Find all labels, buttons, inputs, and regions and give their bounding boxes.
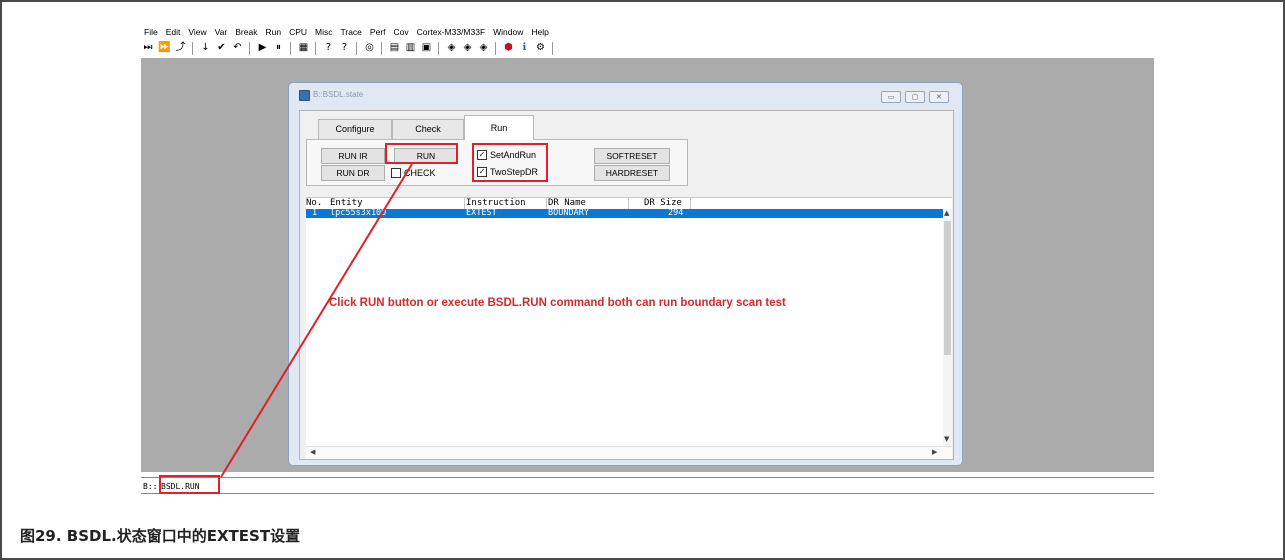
toolbar: ⏭ ⏩ ⤴ ↓ ✔ ↶ ▶ ⏸ ▦ ? ? ◎ ▤ ▥ ▣ ◈ ◈ ◈ ⬢ ℹ … [142, 40, 559, 56]
step-up-icon[interactable]: ⤴ [174, 41, 186, 55]
maximize-icon[interactable]: ▢ [905, 91, 925, 103]
table-row[interactable]: 1 lpc55s3x100 EXTEST BOUNDARY 294 [306, 209, 946, 218]
menu-perf[interactable]: Perf [370, 24, 386, 40]
toolbar-separator [495, 41, 497, 55]
toolbar-separator [356, 41, 358, 55]
scrollbar-thumb[interactable] [944, 221, 951, 355]
vertical-scrollbar[interactable]: ▲ ▼ [943, 209, 952, 446]
menu-trace[interactable]: Trace [341, 24, 362, 40]
trace-list-icon[interactable]: ◈ [461, 41, 473, 55]
highlight-checkboxes [472, 143, 548, 182]
list-source-icon[interactable]: ▤ [388, 41, 400, 55]
hardreset-button[interactable]: HARDRESET [594, 165, 670, 181]
help-icon[interactable]: ? [322, 41, 334, 55]
cell-instruction: EXTEST [466, 208, 497, 218]
context-help-icon[interactable]: ? [338, 41, 350, 55]
cell-dr-name: BOUNDARY [548, 208, 589, 218]
bsdl-table: No. Entity Instruction DR Name DR Size 1… [306, 197, 952, 459]
tab-configure[interactable]: Configure [318, 119, 392, 139]
highlight-run-button [385, 143, 458, 164]
go-icon[interactable]: ▶ [256, 41, 268, 55]
register-view-icon[interactable]: ▥ [404, 41, 416, 55]
menu-view[interactable]: View [188, 24, 206, 40]
trace-chart-icon[interactable]: ◈ [477, 41, 489, 55]
menu-cov[interactable]: Cov [394, 24, 409, 40]
figure-caption: 图29. BSDL.状态窗口中的EXTEST设置 [20, 527, 301, 545]
close-icon[interactable]: ✕ [929, 91, 949, 103]
breakpoint-list-icon[interactable]: ▦ [297, 41, 309, 55]
menu-break[interactable]: Break [235, 24, 257, 40]
go-return-icon[interactable]: ✔ [215, 41, 227, 55]
command-line[interactable]: B:: BSDL.RUN [141, 477, 1154, 494]
toolbar-separator [315, 41, 317, 55]
minimize-icon[interactable]: ▭ [881, 91, 901, 103]
menu-help[interactable]: Help [531, 24, 548, 40]
scroll-left-icon[interactable]: ◀ [310, 448, 315, 456]
tab-check[interactable]: Check [392, 119, 464, 139]
checkbox-box[interactable] [391, 168, 401, 178]
softreset-button[interactable]: SOFTRESET [594, 148, 670, 164]
cell-dr-size: 294 [668, 208, 684, 218]
scroll-right-icon[interactable]: ▶ [932, 448, 937, 456]
window-titlebar[interactable]: B::BSDL.state ▭ ▢ ✕ [289, 83, 962, 107]
column-divider[interactable] [546, 198, 547, 209]
check-checkbox[interactable]: CHECK [391, 167, 436, 179]
cell-no: 1 [312, 208, 318, 218]
run-dr-button[interactable]: RUN DR [321, 165, 385, 181]
toolbar-separator [381, 41, 383, 55]
menu-run[interactable]: Run [265, 24, 281, 40]
command-prompt: B:: [143, 482, 158, 491]
menu-cpu[interactable]: CPU [289, 24, 307, 40]
menu-file[interactable]: File [144, 24, 158, 40]
menu-window[interactable]: Window [493, 24, 523, 40]
step-over-icon[interactable]: ⏩ [158, 41, 170, 55]
highlight-command [159, 475, 220, 494]
window-title: B::BSDL.state [313, 90, 364, 99]
tab-run[interactable]: Run [464, 115, 534, 140]
go-up-icon[interactable]: ↶ [231, 41, 243, 55]
bsdl-state-window: B::BSDL.state ▭ ▢ ✕ Configure Check Run … [288, 82, 963, 466]
settings-icon[interactable]: ⚙ [534, 41, 546, 55]
menu-bar: File Edit View Var Break Run CPU Misc Tr… [144, 24, 557, 40]
menu-edit[interactable]: Edit [166, 24, 181, 40]
info-icon[interactable]: ℹ [518, 41, 530, 55]
annotation-text: Click RUN button or execute BSDL.RUN com… [329, 297, 786, 309]
column-divider[interactable] [628, 198, 629, 209]
run-ir-button[interactable]: RUN IR [321, 148, 385, 164]
column-divider[interactable] [464, 198, 465, 209]
scroll-up-icon[interactable]: ▲ [944, 209, 949, 217]
trace-icon[interactable]: ◈ [445, 41, 457, 55]
cell-entity: lpc55s3x100 [330, 208, 387, 218]
toolbar-separator [249, 41, 251, 55]
step-down-icon[interactable]: ↓ [199, 41, 211, 55]
menu-misc[interactable]: Misc [315, 24, 332, 40]
table-header: No. Entity Instruction DR Name DR Size [306, 198, 952, 209]
window-app-icon [299, 90, 310, 101]
stop-icon[interactable]: ⬢ [502, 41, 514, 55]
toolbar-separator [290, 41, 292, 55]
checkbox-label: CHECK [404, 168, 436, 178]
toolbar-separator [192, 41, 194, 55]
column-divider[interactable] [690, 198, 691, 209]
scroll-down-icon[interactable]: ▼ [944, 435, 949, 443]
menu-var[interactable]: Var [215, 24, 228, 40]
record-icon[interactable]: ◎ [363, 41, 375, 55]
menu-cortex[interactable]: Cortex-M33/M33F [417, 24, 486, 40]
toolbar-separator [438, 41, 440, 55]
horizontal-scrollbar[interactable]: ◀ ▶ [306, 446, 952, 458]
break-icon[interactable]: ⏸ [272, 41, 284, 55]
toolbar-separator [552, 41, 554, 55]
step-into-icon[interactable]: ⏭ [142, 41, 154, 55]
memory-dump-icon[interactable]: ▣ [420, 41, 432, 55]
